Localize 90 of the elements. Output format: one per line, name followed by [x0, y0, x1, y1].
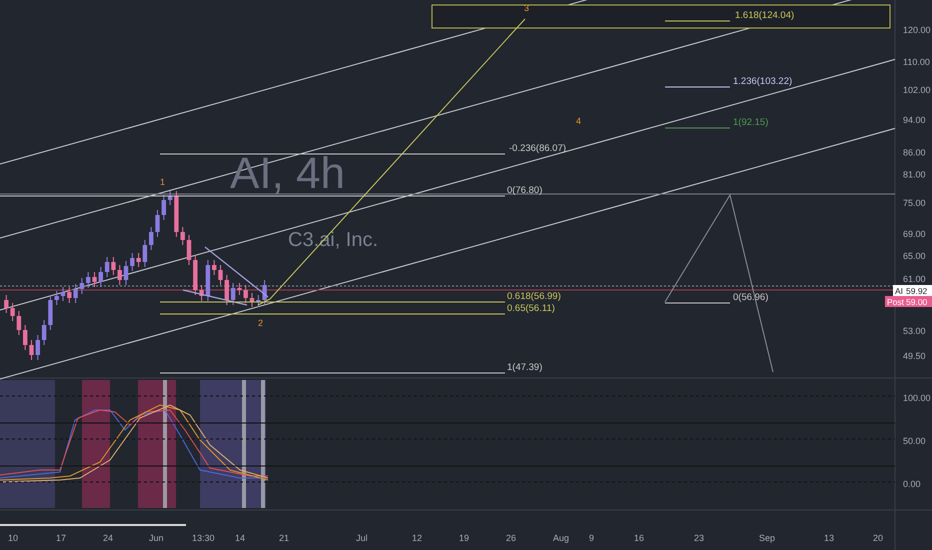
fib-label: 0(76.80) [507, 185, 542, 196]
price-tick: 75.00 [903, 198, 926, 208]
candle [224, 274, 229, 306]
candle [16, 310, 22, 336]
fib-label: 1(47.39) [507, 362, 542, 373]
time-tick: Sep [759, 533, 776, 543]
price-tick: 94.00 [903, 114, 926, 125]
fib-label: 1(92.15) [733, 117, 768, 128]
wave-label: 4 [576, 116, 582, 126]
candle [199, 284, 204, 302]
candle [4, 294, 8, 314]
time-tick: Aug [553, 533, 570, 543]
time-tick: 13 [824, 533, 834, 543]
time-tick: 26 [506, 533, 516, 543]
time-tick: 14 [235, 533, 246, 543]
candle [186, 234, 192, 266]
wave-label: 2 [258, 318, 264, 328]
wave-label: 1 [160, 177, 166, 187]
candle [42, 320, 46, 346]
price-tick: 86.00 [903, 148, 926, 158]
price-tick: 81.00 [903, 170, 926, 180]
price-tick: 53.00 [903, 326, 926, 336]
time-tick: 20 [873, 533, 884, 543]
candle [168, 190, 172, 206]
candle [230, 282, 236, 306]
price-badge: Post 59.00 [885, 296, 932, 307]
candle [54, 290, 59, 306]
time-tick: 10 [8, 533, 18, 543]
candle [237, 282, 242, 296]
wave-label: 3 [524, 3, 530, 13]
candle [98, 266, 103, 288]
scroll-bar[interactable] [0, 524, 186, 526]
fib-label: 0.65(56.11) [507, 303, 555, 314]
candle [256, 294, 260, 308]
candle [174, 190, 179, 238]
candle [104, 256, 110, 278]
candle [212, 260, 216, 276]
indicator-tick: 100.00 [903, 393, 931, 403]
price-tick: 65.00 [903, 250, 926, 261]
time-tick: 9 [589, 533, 594, 543]
price-tick: 61.00 [903, 274, 926, 284]
fib-label: -0.236(86.07) [509, 143, 566, 154]
candle [29, 340, 34, 360]
price-badge: AI 59.92 [893, 285, 932, 296]
fib-label: 0.618(56.99) [507, 291, 561, 302]
candle [193, 254, 198, 296]
candle [142, 240, 148, 268]
candle [206, 260, 210, 302]
indicator-tick: 50.00 [903, 436, 926, 446]
candle [262, 280, 267, 306]
candle [86, 272, 90, 288]
candle [67, 286, 72, 304]
price-tick: 120.00 [903, 24, 931, 35]
candle [73, 284, 78, 304]
candle [60, 286, 66, 302]
candle [155, 210, 160, 238]
candle [250, 292, 254, 308]
price-tick: 110.00 [903, 56, 930, 67]
candle [48, 294, 53, 330]
time-tick: 13:30 [192, 533, 215, 543]
candle [149, 226, 154, 250]
candle [218, 264, 223, 286]
candle [23, 324, 28, 350]
time-tick: 21 [279, 533, 290, 543]
candle [244, 284, 248, 304]
candle [111, 256, 116, 276]
candle [36, 334, 40, 360]
candle [10, 302, 15, 322]
time-tick: 12 [412, 533, 422, 543]
fib-label: 1.618(124.04) [735, 10, 794, 21]
candle [130, 252, 134, 272]
time-tick: 16 [634, 533, 644, 543]
time-tick: 24 [103, 533, 114, 543]
candle [124, 260, 128, 286]
time-tick: 23 [694, 533, 704, 543]
indicator-tick: 0.00 [903, 479, 921, 489]
price-tick: 102.00 [903, 84, 931, 95]
candle [180, 226, 185, 246]
price-tick: 49.50 [903, 351, 926, 362]
fib-label: 1.236(103.22) [733, 76, 792, 87]
time-tick: 17 [56, 533, 66, 543]
candle [118, 264, 122, 286]
time-tick: 19 [459, 533, 470, 543]
candle [162, 194, 166, 220]
time-tick: Jun [149, 533, 164, 543]
price-tick: 69.00 [903, 228, 926, 239]
time-tick: Jul [356, 533, 368, 543]
candle [80, 278, 84, 294]
candle [136, 252, 141, 268]
candle [92, 272, 97, 288]
